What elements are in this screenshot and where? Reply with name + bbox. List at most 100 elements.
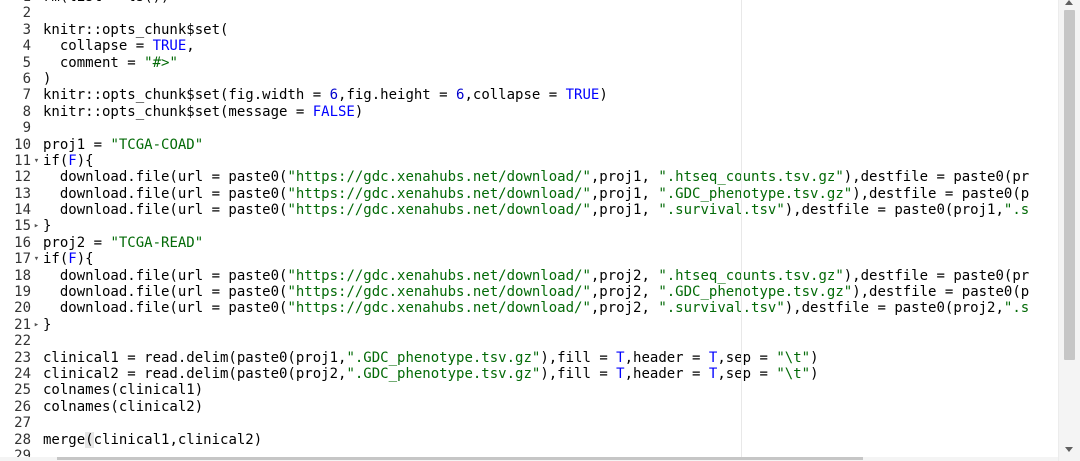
code-line[interactable]: 15 ▸} bbox=[0, 218, 1058, 234]
code-area[interactable]: 1rm(list = ls())23knitr::opts_chunk$set(… bbox=[0, 0, 1058, 461]
code-token: ,proj2, bbox=[590, 300, 659, 317]
code-text[interactable]: download.file(url = paste0("https://gdc.… bbox=[43, 300, 1029, 316]
code-line[interactable]: 27 bbox=[0, 415, 1058, 431]
code-token: merge bbox=[43, 431, 86, 448]
fold-open-icon[interactable]: ▾ bbox=[32, 153, 41, 169]
code-token: F bbox=[68, 152, 77, 169]
line-number: 28 bbox=[14, 431, 31, 448]
fold-open-icon[interactable]: ▾ bbox=[32, 251, 41, 267]
code-text[interactable]: if(F){ bbox=[43, 251, 94, 267]
code-text[interactable]: clinical2 = read.delim(paste0(proj2,".GD… bbox=[43, 366, 819, 382]
code-text[interactable]: merge(clinical1,clinical2) bbox=[43, 431, 262, 448]
code-token: download.file(url = paste0( bbox=[43, 300, 288, 317]
horizontal-scrollbar-thumb[interactable] bbox=[57, 457, 863, 460]
code-line[interactable]: 17 ▾ if(F){ bbox=[0, 251, 1058, 267]
code-line[interactable]: 24 clinical2 = read.delim(paste0(proj2,".… bbox=[0, 366, 1058, 382]
code-text[interactable]: download.file(url = paste0("https://gdc.… bbox=[43, 186, 1029, 202]
line-number: 14 bbox=[14, 202, 31, 219]
code-line[interactable]: 19 download.file(url = paste0("https://g… bbox=[0, 284, 1058, 300]
line-number: 9 bbox=[22, 120, 31, 137]
code-token: ".htseq_counts.tsv.gz" bbox=[658, 169, 844, 186]
code-text[interactable]: colnames(clinical1) bbox=[43, 382, 203, 398]
code-text[interactable]: comment = "#>" bbox=[43, 55, 178, 71]
code-line[interactable]: 22 bbox=[0, 333, 1058, 349]
code-token: knitr::opts_chunk$set(message = bbox=[43, 103, 313, 120]
fold-close-icon[interactable]: ▸ bbox=[32, 317, 41, 333]
code-text[interactable]: if(F){ bbox=[43, 153, 94, 169]
code-token: ".s bbox=[1003, 300, 1030, 317]
code-token: } bbox=[43, 316, 52, 333]
code-token: ,proj1, bbox=[590, 169, 659, 186]
code-text[interactable]: clinical1 = read.delim(paste0(proj1,".GD… bbox=[43, 350, 819, 366]
code-text[interactable]: ) bbox=[43, 71, 51, 87]
code-token: ),destfile = paste0(p bbox=[852, 284, 1030, 301]
code-token: ),destfile = paste0(proj2, bbox=[784, 300, 1004, 317]
code-text[interactable]: } bbox=[43, 317, 51, 333]
horizontal-scrollbar[interactable] bbox=[0, 457, 1058, 461]
line-number: 3 bbox=[22, 21, 31, 38]
code-token: ".s bbox=[1003, 202, 1030, 219]
code-line[interactable]: 13 download.file(url = paste0("https://g… bbox=[0, 186, 1058, 202]
code-token: "https://gdc.xenahubs.net/download/" bbox=[287, 300, 591, 317]
code-token: 6 bbox=[329, 87, 339, 104]
vertical-scrollbar-thumb[interactable] bbox=[1064, 10, 1075, 360]
code-text[interactable]: download.file(url = paste0("https://gdc.… bbox=[43, 268, 1029, 284]
code-token: ".htseq_counts.tsv.gz" bbox=[658, 267, 844, 284]
line-number: 11 bbox=[14, 152, 31, 169]
code-token: download.file(url = paste0( bbox=[43, 169, 288, 186]
code-token: ".survival.tsv" bbox=[658, 300, 785, 317]
code-line[interactable]: 21 ▸} bbox=[0, 317, 1058, 333]
code-editor[interactable]: 1rm(list = ls())23knitr::opts_chunk$set(… bbox=[0, 0, 1080, 461]
code-token: ),destfile = paste0(pr bbox=[843, 267, 1030, 284]
code-line[interactable]: 7 knitr::opts_chunk$set(fig.width = 6,fig… bbox=[0, 87, 1058, 103]
code-token: rm(list = ls()) bbox=[43, 0, 169, 5]
line-number: 24 bbox=[14, 365, 31, 382]
code-token: , bbox=[186, 38, 195, 55]
code-line[interactable]: 14 download.file(url = paste0("https://g… bbox=[0, 202, 1058, 218]
code-token: comment = bbox=[43, 54, 145, 71]
code-line[interactable]: 2 bbox=[0, 5, 1058, 21]
code-text[interactable]: proj1 = "TCGA-COAD" bbox=[43, 137, 203, 153]
code-line[interactable]: 26 colnames(clinical2) bbox=[0, 399, 1058, 415]
code-token: ) bbox=[810, 349, 819, 366]
code-line[interactable]: 12 download.file(url = paste0("https://g… bbox=[0, 169, 1058, 185]
code-line[interactable]: 8 knitr::opts_chunk$set(message = FALSE) bbox=[0, 104, 1058, 120]
code-token: download.file(url = paste0( bbox=[43, 185, 288, 202]
code-text[interactable]: download.file(url = paste0("https://gdc.… bbox=[43, 169, 1029, 185]
code-text[interactable]: knitr::opts_chunk$set(fig.width = 6,fig.… bbox=[43, 87, 608, 103]
code-text[interactable]: download.file(url = paste0("https://gdc.… bbox=[43, 202, 1029, 218]
code-line[interactable]: 5 comment = "#>" bbox=[0, 55, 1058, 71]
code-line[interactable]: 20 download.file(url = paste0("https://g… bbox=[0, 300, 1058, 316]
code-text[interactable]: download.file(url = paste0("https://gdc.… bbox=[43, 284, 1029, 300]
fold-close-icon[interactable]: ▸ bbox=[32, 218, 41, 234]
code-token: ".GDC_phenotype.tsv.gz" bbox=[658, 284, 853, 301]
code-text[interactable]: proj2 = "TCGA-READ" bbox=[43, 235, 203, 251]
code-line[interactable]: 10 proj1 = "TCGA-COAD" bbox=[0, 137, 1058, 153]
code-text[interactable]: collapse = TRUE, bbox=[43, 38, 195, 54]
code-text[interactable]: } bbox=[43, 218, 51, 234]
code-line[interactable]: 18 download.file(url = paste0("https://g… bbox=[0, 268, 1058, 284]
code-token: colnames(clinical2) bbox=[43, 398, 204, 415]
code-text[interactable]: knitr::opts_chunk$set( bbox=[43, 22, 228, 38]
code-line[interactable]: 23 clinical1 = read.delim(paste0(proj1,".… bbox=[0, 350, 1058, 366]
line-number: 23 bbox=[14, 349, 31, 366]
code-line[interactable]: 28 merge(clinical1,clinical2) bbox=[0, 431, 1058, 448]
code-token: T bbox=[616, 349, 625, 366]
code-text[interactable]: knitr::opts_chunk$set(message = FALSE) bbox=[43, 104, 363, 120]
code-line[interactable]: 6) bbox=[0, 71, 1058, 87]
code-token: knitr::opts_chunk$set(fig.width = bbox=[43, 87, 330, 104]
code-line[interactable]: 9 bbox=[0, 120, 1058, 136]
vertical-scrollbar[interactable] bbox=[1058, 0, 1080, 461]
code-line[interactable]: 11 ▾ if(F){ bbox=[0, 153, 1058, 169]
code-line[interactable]: 25 colnames(clinical1) bbox=[0, 382, 1058, 398]
code-token: download.file(url = paste0( bbox=[43, 202, 288, 219]
code-text[interactable]: colnames(clinical2) bbox=[43, 399, 203, 415]
code-line[interactable]: 4 collapse = TRUE, bbox=[0, 38, 1058, 54]
line-number: 19 bbox=[14, 284, 31, 301]
line-number: 8 bbox=[22, 103, 31, 120]
code-line[interactable]: 3 knitr::opts_chunk$set( bbox=[0, 22, 1058, 38]
scroll-down-arrow-icon[interactable] bbox=[1065, 447, 1073, 452]
code-line[interactable]: 16 proj2 = "TCGA-READ" bbox=[0, 235, 1058, 251]
scroll-up-arrow-icon[interactable] bbox=[1065, 0, 1073, 5]
code-token: "https://gdc.xenahubs.net/download/" bbox=[287, 284, 591, 301]
